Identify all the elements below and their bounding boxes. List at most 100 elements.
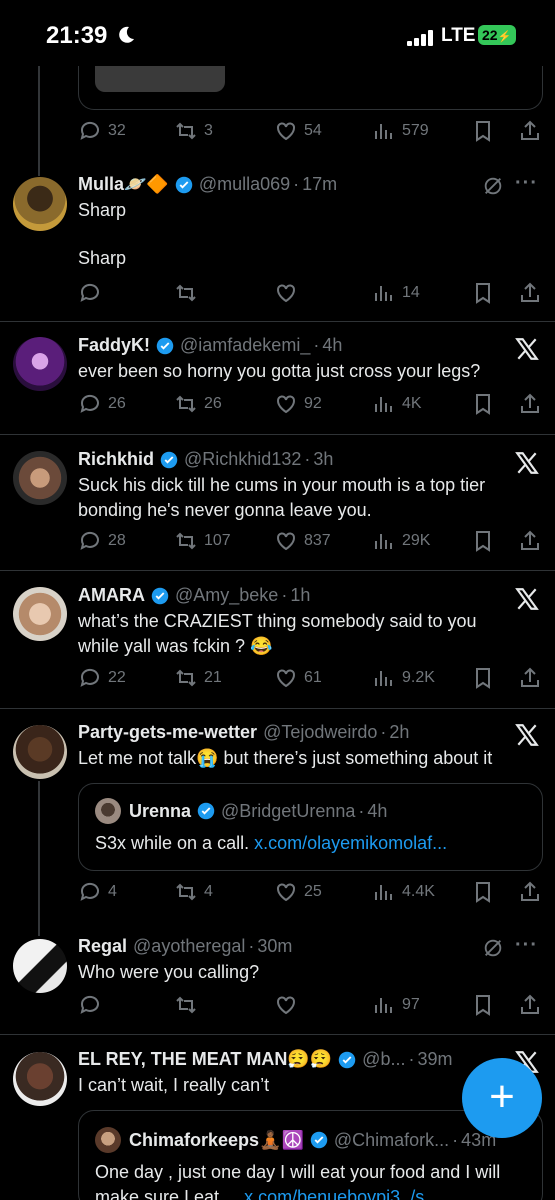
x-logo-icon[interactable] [514, 722, 540, 748]
grok-icon[interactable] [482, 937, 504, 959]
retweet-icon [176, 996, 196, 1014]
handle[interactable]: @Amy_beke [175, 585, 278, 606]
reply-button[interactable]: 26 [78, 392, 126, 416]
media-thumbnail[interactable] [95, 66, 225, 92]
views-button[interactable]: 29K [372, 529, 430, 553]
like-button[interactable]: 61 [274, 666, 322, 690]
tweet-actions: 4 4 25 4.4K [78, 880, 548, 906]
views-button[interactable]: 4.4K [372, 880, 435, 904]
retweet-button[interactable]: 4 [174, 880, 213, 904]
more-options-icon[interactable]: ··· [515, 172, 538, 195]
views-icon [375, 998, 392, 1013]
grok-icon[interactable] [482, 175, 504, 197]
handle[interactable]: @iamfadekemi_ [180, 335, 310, 356]
reply-button[interactable]: 32 [78, 119, 126, 143]
avatar[interactable] [13, 177, 67, 231]
views-button[interactable]: 4K [372, 392, 422, 416]
bookmark-button[interactable] [471, 880, 501, 904]
display-name[interactable]: EL REY, THE MEAT MAN😮‍💨😮‍💨 [78, 1049, 332, 1070]
quoted-display-name: Urenna [129, 800, 192, 821]
handle[interactable]: @ayotheregal [133, 936, 245, 957]
quoted-text-body: One day , just one day I will eat your f… [95, 1162, 501, 1182]
avatar[interactable] [13, 939, 67, 993]
quoted-avatar [95, 798, 121, 824]
retweet-button[interactable]: 3 [174, 119, 213, 143]
share-button[interactable] [518, 392, 548, 416]
bookmark-button[interactable] [471, 993, 501, 1017]
share-icon [521, 393, 539, 413]
quoted-tweet[interactable]: Urenna @BridgetUrenna · 4h S3x while on … [78, 783, 543, 871]
share-button[interactable] [518, 119, 548, 143]
share-button[interactable] [518, 281, 548, 305]
separator-dot: · [408, 1049, 415, 1069]
views-button[interactable]: 9.2K [372, 666, 435, 690]
share-button[interactable] [518, 880, 548, 904]
avatar[interactable] [13, 725, 67, 779]
view-count: 4K [402, 395, 422, 412]
timestamp[interactable]: 1h [290, 585, 310, 606]
avatar[interactable] [13, 337, 67, 391]
like-button[interactable]: 54 [274, 119, 322, 143]
media-card[interactable] [78, 66, 543, 110]
bookmark-button[interactable] [471, 119, 501, 143]
display-name[interactable]: Mulla🪐🔶 [78, 174, 169, 195]
more-options-icon[interactable]: ··· [515, 934, 538, 957]
bookmark-icon [476, 531, 490, 552]
reply-button[interactable]: 22 [78, 666, 126, 690]
reply-button[interactable]: 28 [78, 529, 126, 553]
quoted-link[interactable]: x.com/olayemikomolaf... [254, 833, 447, 853]
share-button[interactable] [518, 529, 548, 553]
views-button[interactable]: 579 [372, 119, 429, 143]
display-name[interactable]: Party-gets-me-wetter [78, 722, 257, 743]
avatar[interactable] [13, 451, 67, 505]
display-name[interactable]: Regal [78, 936, 127, 957]
bookmark-button[interactable] [471, 281, 501, 305]
tweet-text-line: Who were you calling? [78, 962, 260, 982]
tweet-header: Richkhid @Richkhid132 · 3h [78, 449, 333, 470]
handle[interactable]: @Tejodweirdo [263, 722, 377, 743]
display-name[interactable]: FaddyK! [78, 335, 150, 356]
bookmark-button[interactable] [471, 666, 501, 690]
avatar[interactable] [13, 587, 67, 641]
battery-indicator: 22⚡ [478, 25, 516, 45]
display-name[interactable]: AMARA [78, 585, 145, 606]
share-button[interactable] [518, 666, 548, 690]
like-button[interactable] [274, 281, 304, 305]
share-button[interactable] [518, 993, 548, 1017]
timestamp[interactable]: 2h [389, 722, 409, 743]
reply-button[interactable] [78, 281, 108, 305]
display-name[interactable]: Richkhid [78, 449, 154, 470]
reply-icon [80, 394, 99, 413]
like-button[interactable]: 837 [274, 529, 331, 553]
retweet-button[interactable]: 107 [174, 529, 231, 553]
retweet-button[interactable]: 26 [174, 392, 222, 416]
timestamp[interactable]: 4h [322, 335, 342, 356]
retweet-button[interactable]: 21 [174, 666, 222, 690]
handle[interactable]: @b... [362, 1049, 405, 1070]
moon-icon [119, 26, 134, 43]
share-icon [521, 881, 539, 901]
like-button[interactable]: 92 [274, 392, 322, 416]
bookmark-icon [476, 283, 490, 304]
avatar[interactable] [13, 1052, 67, 1106]
timestamp[interactable]: 17m [302, 174, 337, 195]
bookmark-button[interactable] [471, 529, 501, 553]
bookmark-button[interactable] [471, 392, 501, 416]
reply-button[interactable] [78, 993, 108, 1017]
quoted-link[interactable]: x.com/benuebovpi3_/s... [244, 1187, 439, 1200]
status-bar: 21:39 LTE 22⚡ [0, 0, 555, 66]
handle[interactable]: @Richkhid132 [184, 449, 301, 470]
retweet-button[interactable] [174, 281, 204, 305]
timestamp[interactable]: 3h [313, 449, 333, 470]
like-button[interactable] [274, 993, 304, 1017]
timestamp[interactable]: 39m [417, 1049, 452, 1070]
like-button[interactable]: 25 [274, 880, 322, 904]
reply-button[interactable]: 4 [78, 880, 117, 904]
view-count: 29K [402, 532, 431, 549]
views-button[interactable]: 14 [372, 281, 420, 305]
views-button[interactable]: 97 [372, 993, 420, 1017]
timestamp[interactable]: 30m [257, 936, 292, 957]
retweet-button[interactable] [174, 993, 204, 1017]
compose-button[interactable]: + [462, 1058, 542, 1138]
handle[interactable]: @mulla069 [199, 174, 290, 195]
